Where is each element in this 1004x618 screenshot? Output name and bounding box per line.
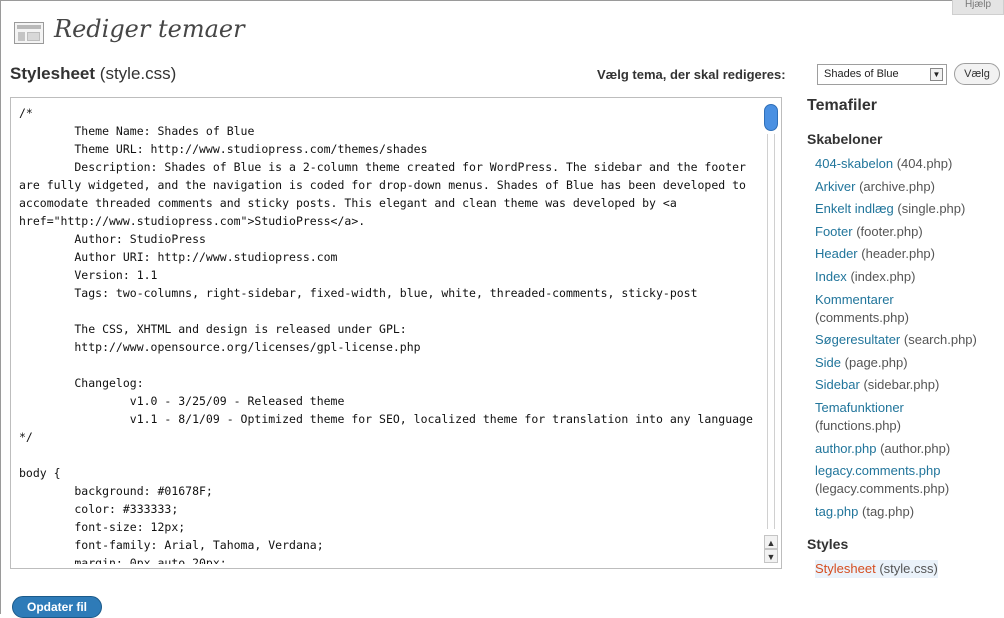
template-file-link[interactable]: Side [815, 355, 841, 370]
theme-files-sidebar: Temafiler Skabeloner 404-skabelon (404.p… [807, 97, 1002, 578]
template-file-name: (comments.php) [815, 309, 909, 325]
code-line: Author: StudioPress [19, 232, 206, 246]
template-file-link[interactable]: Sidebar [815, 377, 860, 392]
template-file-item[interactable]: Sidebar (sidebar.php) [815, 376, 977, 394]
code-line: body { [19, 466, 61, 480]
template-file-name: (index.php) [850, 268, 916, 284]
code-line: font-size: 12px; [19, 520, 186, 534]
template-file-link[interactable]: Index [815, 269, 847, 284]
code-line: background: #01678F; [19, 484, 213, 498]
template-file-name: (sidebar.php) [863, 377, 940, 393]
code-line: are fully widgeted, and the navigation i… [19, 178, 746, 192]
template-file-name: (archive.php) [859, 178, 935, 194]
template-file-link[interactable]: Arkiver [815, 179, 855, 194]
theme-select-value: Shades of Blue [824, 68, 899, 80]
template-file-item[interactable]: legacy.comments.php (legacy.comments.php) [815, 462, 977, 498]
template-file-item[interactable]: Side (page.php) [815, 354, 977, 372]
code-line: Theme Name: Shades of Blue [19, 124, 255, 138]
template-file-item[interactable]: Stylesheet (style.css) [815, 560, 938, 578]
theme-select[interactable]: Shades of Blue ▼ [817, 64, 947, 85]
help-tab[interactable]: Hjælp [952, 0, 1004, 15]
template-file-link[interactable]: Enkelt indlæg [815, 201, 894, 216]
code-line: Version: 1.1 [19, 268, 158, 282]
template-file-item[interactable]: Arkiver (archive.php) [815, 178, 977, 196]
code-textarea[interactable]: /* Theme Name: Shades of Blue Theme URL:… [19, 104, 761, 564]
code-editor[interactable]: /* Theme Name: Shades of Blue Theme URL:… [10, 97, 782, 569]
template-file-item[interactable]: 404-skabelon (404.php) [815, 155, 977, 173]
code-line: Changelog: [19, 376, 144, 390]
template-file-link[interactable]: Stylesheet [815, 561, 876, 576]
template-file-link[interactable]: Footer [815, 224, 853, 239]
code-line: Author URI: http://www.studiopress.com [19, 250, 338, 264]
select-theme-button[interactable]: Vælg [954, 63, 1000, 85]
code-line: href="http://www.studiopress.com">Studio… [19, 214, 366, 228]
template-file-item[interactable]: Footer (footer.php) [815, 223, 977, 241]
template-file-item[interactable]: Søgeresultater (search.php) [815, 331, 977, 349]
editor-scrollbar[interactable]: ▲ ▼ [764, 104, 778, 564]
code-line: Theme URL: http://www.studiopress.com/th… [19, 142, 428, 156]
page-title: Rediger temaer [54, 15, 245, 43]
code-line: Tags: two-columns, right-sidebar, fixed-… [19, 286, 698, 300]
scroll-track[interactable] [767, 134, 775, 529]
code-line: http://www.opensource.org/licenses/gpl-l… [19, 340, 421, 354]
template-file-item[interactable]: author.php (author.php) [815, 440, 977, 458]
template-file-name: (tag.php) [862, 503, 915, 519]
code-line: The CSS, XHTML and design is released un… [19, 322, 407, 336]
template-file-name: (functions.php) [815, 417, 901, 433]
template-file-link[interactable]: Søgeresultater [815, 332, 900, 347]
code-line: v1.0 - 3/25/09 - Released theme [19, 394, 345, 408]
template-file-item[interactable]: Header (header.php) [815, 245, 977, 263]
code-line: accomodate threaded comments and sticky … [19, 196, 677, 210]
scroll-down-arrow-icon[interactable]: ▼ [764, 549, 778, 563]
template-file-item[interactable]: tag.php (tag.php) [815, 503, 977, 521]
file-heading-filename: (style.css) [99, 64, 177, 83]
code-line: Description: Shades of Blue is a 2-colum… [19, 160, 746, 174]
template-file-name: (style.css) [879, 561, 938, 576]
templates-heading: Skabeloner [807, 131, 883, 147]
template-file-name: (search.php) [903, 332, 977, 348]
theme-select-label: Vælg tema, der skal redigeres: [597, 67, 786, 82]
code-line: */ [19, 430, 33, 444]
template-file-item[interactable]: Enkelt indlæg (single.php) [815, 200, 977, 218]
template-file-item[interactable]: Index (index.php) [815, 268, 977, 286]
template-file-link[interactable]: 404-skabelon [815, 156, 893, 171]
template-file-link[interactable]: tag.php [815, 504, 858, 519]
template-file-name: (header.php) [861, 246, 935, 262]
code-line: margin: 0px auto 20px; [19, 556, 227, 564]
code-line: /* [19, 106, 33, 120]
template-file-name: (footer.php) [856, 223, 923, 239]
template-file-link[interactable]: legacy.comments.php [815, 463, 941, 478]
template-file-item[interactable]: Kommentarer (comments.php) [815, 291, 977, 327]
template-file-name: (page.php) [844, 354, 908, 370]
template-file-name: (author.php) [880, 440, 951, 456]
styles-heading: Styles [807, 536, 849, 552]
template-file-link[interactable]: Kommentarer [815, 292, 894, 307]
scroll-up-arrow-icon[interactable]: ▲ [764, 535, 778, 549]
code-line: color: #333333; [19, 502, 179, 516]
template-file-link[interactable]: Temafunktioner [815, 400, 904, 415]
template-file-name: (single.php) [897, 201, 966, 217]
themes-icon [14, 22, 44, 44]
template-file-link[interactable]: Header [815, 246, 858, 261]
template-file-link[interactable]: author.php [815, 441, 876, 456]
code-line: font-family: Arial, Tahoma, Verdana; [19, 538, 324, 552]
styles-list: Stylesheet (style.css) [815, 560, 938, 583]
chevron-down-icon[interactable]: ▼ [930, 68, 943, 81]
sidebar-title: Temafiler [807, 97, 877, 114]
template-file-name: (legacy.comments.php) [815, 481, 950, 497]
templates-list: 404-skabelon (404.php) Arkiver (archive.p… [815, 155, 977, 525]
scroll-thumb[interactable] [764, 104, 778, 131]
template-file-name: (404.php) [896, 156, 953, 171]
file-heading-title: Stylesheet [10, 64, 96, 83]
update-file-button[interactable]: Opdater fil [12, 596, 102, 618]
file-heading: Stylesheet (style.css) [10, 64, 176, 84]
template-file-item[interactable]: Temafunktioner (functions.php) [815, 399, 977, 435]
code-line: v1.1 - 8/1/09 - Optimized theme for SEO,… [19, 412, 753, 426]
